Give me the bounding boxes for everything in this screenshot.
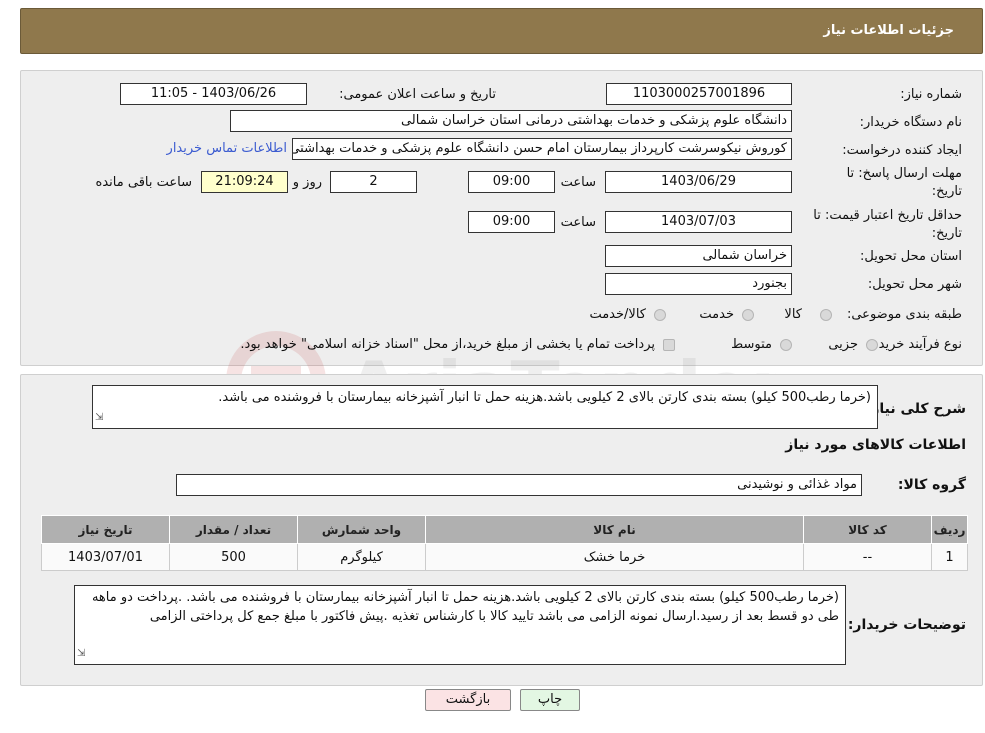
buyer-notes-label: توضیحات خریدار: bbox=[847, 617, 966, 633]
page-header: جزئیات اطلاعات نیاز bbox=[20, 8, 983, 54]
items-table: ردیف کد کالا نام کالا واحد شمارش تعداد /… bbox=[41, 515, 968, 571]
col-row: ردیف bbox=[931, 515, 968, 544]
deadline-date-field: 1403/06/29 bbox=[605, 171, 792, 193]
purchase-medium-radio[interactable] bbox=[780, 339, 792, 351]
general-desc-text: (خرما رطب500 کیلو) بسته بندی کارتن بالای… bbox=[218, 390, 871, 405]
province-label: استان محل تحویل: bbox=[860, 249, 962, 264]
category-label: طبقه بندی موضوعی: bbox=[846, 307, 962, 322]
col-date: تاریخ نیاز bbox=[41, 515, 170, 544]
buyer-notes-text: (خرما رطب500 کیلو) بسته بندی کارتن بالای… bbox=[91, 590, 839, 624]
purchase-medium-label: متوسط bbox=[731, 337, 772, 352]
need-info-panel: AriaTender.neT شماره نیاز: 1103000257001… bbox=[20, 70, 983, 430]
treasury-payment-checkbox[interactable] bbox=[663, 339, 675, 351]
deadline-time-label: ساعت bbox=[560, 175, 596, 190]
validity-date-field: 1403/07/03 bbox=[605, 211, 792, 233]
days-label: روز و bbox=[292, 175, 322, 190]
page-title: جزئیات اطلاعات نیاز bbox=[823, 23, 954, 38]
remaining-time-label: ساعت باقی مانده bbox=[95, 175, 192, 190]
buyer-org-label: نام دستگاه خریدار: bbox=[859, 115, 962, 130]
resize-grip-icon[interactable]: ⇲ bbox=[77, 644, 85, 663]
goods-group-field: مواد غذائی و نوشیدنی bbox=[176, 474, 862, 496]
buyer-contact-link[interactable]: اطلاعات تماس خریدار bbox=[167, 141, 287, 156]
col-name: نام کالا bbox=[425, 515, 804, 544]
announce-label: تاریخ و ساعت اعلان عمومی: bbox=[339, 87, 496, 102]
validity-label: حداقل تاریخ اعتبار قیمت: تا تاریخ: bbox=[813, 208, 962, 241]
city-label: شهر محل تحویل: bbox=[867, 277, 962, 292]
city-field: بجنورد bbox=[605, 273, 792, 295]
validity-time-label: ساعت bbox=[560, 215, 596, 230]
announce-field: 1403/06/26 - 11:05 bbox=[120, 83, 307, 105]
cell-row: 1 bbox=[931, 543, 968, 571]
creator-label: ایجاد کننده درخواست: bbox=[842, 143, 962, 158]
province-field: خراسان شمالی bbox=[605, 245, 792, 267]
category-goods-radio[interactable] bbox=[820, 309, 832, 321]
buyer-notes-field: (خرما رطب500 کیلو) بسته بندی کارتن بالای… bbox=[74, 585, 846, 665]
category-service-radio[interactable] bbox=[742, 309, 754, 321]
category-goods-label: کالا bbox=[784, 307, 802, 322]
purchase-type-label: نوع فرآیند خرید : bbox=[870, 337, 962, 352]
category-service-label: خدمت bbox=[699, 307, 734, 322]
general-desc-label: شرح کلی نیاز: bbox=[865, 401, 966, 417]
cell-name: خرما خشک bbox=[425, 543, 804, 571]
general-desc-field: (خرما رطب500 کیلو) بسته بندی کارتن بالای… bbox=[92, 385, 878, 429]
items-info-title: اطلاعات کالاهای مورد نیاز bbox=[785, 437, 966, 453]
cell-code: -- bbox=[803, 543, 932, 571]
category-goods-service-label: کالا/خدمت bbox=[589, 307, 646, 322]
deadline-label: مهلت ارسال پاسخ: تا تاریخ: bbox=[846, 166, 962, 199]
col-qty: تعداد / مقدار bbox=[169, 515, 298, 544]
need-details-panel: شرح کلی نیاز: (خرما رطب500 کیلو) بسته بن… bbox=[20, 374, 983, 686]
category-goods-service-radio[interactable] bbox=[654, 309, 666, 321]
col-code: کد کالا bbox=[803, 515, 932, 544]
goods-group-label: گروه کالا: bbox=[897, 477, 966, 493]
creator-field: کوروش نیکوسرشت کارپرداز بیمارستان امام ح… bbox=[292, 138, 792, 160]
validity-time-field: 09:00 bbox=[468, 211, 555, 233]
cell-date: 1403/07/01 bbox=[41, 543, 170, 571]
treasury-payment-note: پرداخت تمام یا بخشی از مبلغ خرید،از محل … bbox=[240, 337, 655, 352]
table-row: 1 -- خرما خشک کیلوگرم 500 1403/07/01 bbox=[41, 543, 968, 571]
back-button[interactable]: بازگشت bbox=[425, 689, 511, 711]
items-table-header: ردیف کد کالا نام کالا واحد شمارش تعداد /… bbox=[41, 515, 968, 544]
need-number-label: شماره نیاز: bbox=[900, 87, 962, 102]
col-unit: واحد شمارش bbox=[297, 515, 426, 544]
deadline-time-field: 09:00 bbox=[468, 171, 555, 193]
purchase-minor-label: جزیی bbox=[828, 337, 858, 352]
cell-qty: 500 bbox=[169, 543, 298, 571]
cell-unit: کیلوگرم bbox=[297, 543, 426, 571]
purchase-minor-radio[interactable] bbox=[866, 339, 878, 351]
buyer-org-field: دانشگاه علوم پزشکی و خدمات بهداشتی درمان… bbox=[230, 110, 792, 132]
remaining-time-field: 21:09:24 bbox=[201, 171, 288, 193]
print-button[interactable]: چاپ bbox=[520, 689, 580, 711]
days-remaining-field: 2 bbox=[330, 171, 417, 193]
resize-grip-icon[interactable]: ⇲ bbox=[95, 408, 103, 427]
need-number-field: 1103000257001896 bbox=[606, 83, 792, 105]
